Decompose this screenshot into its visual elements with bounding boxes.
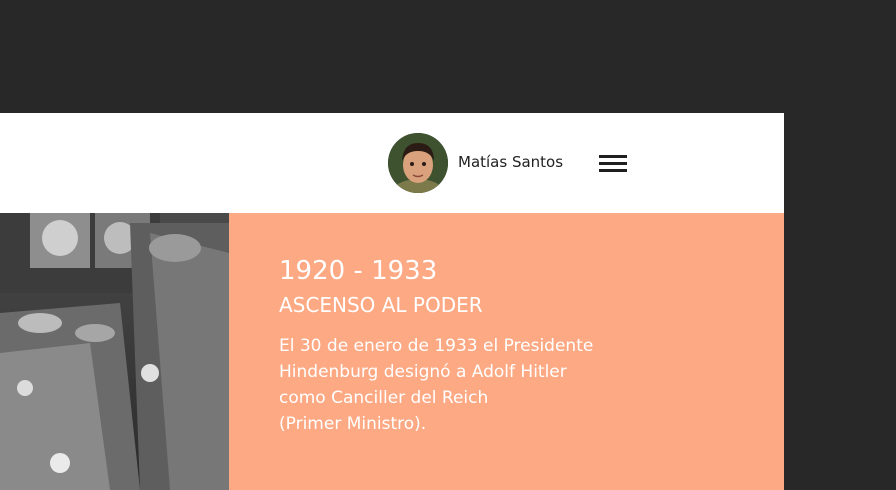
avatar-photo-icon bbox=[388, 133, 448, 193]
menu-line-icon bbox=[599, 155, 627, 158]
description-line: (Primer Ministro). bbox=[279, 414, 427, 434]
section-title: ASCENSO AL PODER bbox=[279, 293, 483, 317]
description-text: El 30 de enero de 1933 el Presidente Hin… bbox=[279, 333, 649, 437]
user-name[interactable]: Matías Santos bbox=[458, 153, 563, 171]
description-line: como Canciller del Reich bbox=[279, 388, 489, 408]
user-avatar[interactable] bbox=[388, 133, 448, 193]
description-line: Hindenburg designó a Adolf Hitler bbox=[279, 362, 567, 382]
top-header: Matías Santos bbox=[0, 113, 784, 213]
historical-photo-image bbox=[0, 213, 229, 490]
period-heading: 1920 - 1933 bbox=[279, 256, 438, 286]
menu-line-icon bbox=[599, 162, 627, 165]
content-panel: 1920 - 1933 ASCENSO AL PODER El 30 de en… bbox=[229, 213, 784, 490]
historical-photo bbox=[0, 213, 229, 490]
hamburger-menu-button[interactable] bbox=[598, 152, 628, 174]
description-line: El 30 de enero de 1933 el Presidente bbox=[279, 336, 594, 356]
menu-line-icon bbox=[599, 169, 627, 172]
